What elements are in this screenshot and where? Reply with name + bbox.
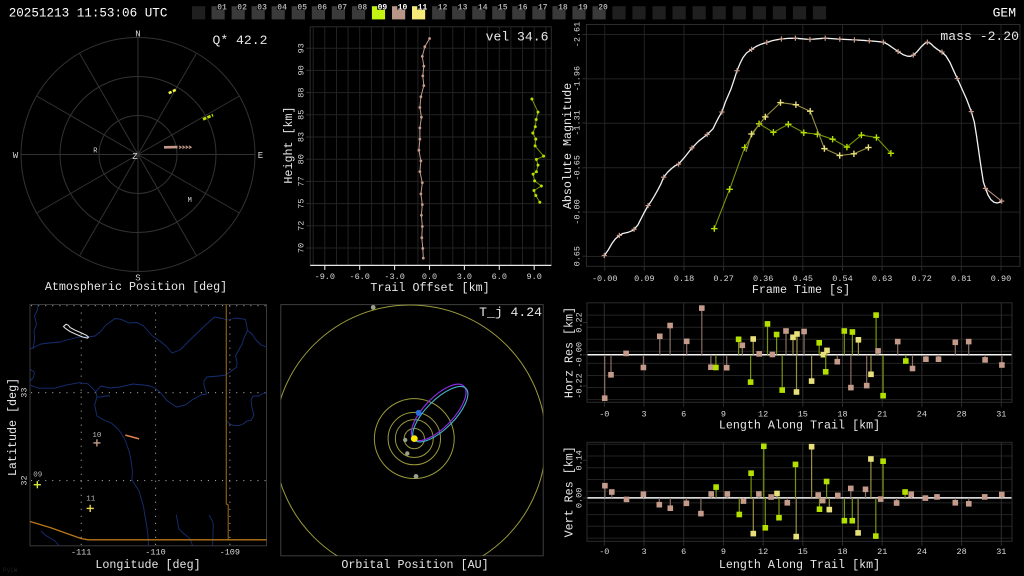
- svg-text:28: 28: [956, 410, 966, 420]
- svg-text:09: 09: [378, 3, 388, 12]
- svg-text:04: 04: [277, 3, 287, 12]
- svg-text:90: 90: [296, 65, 306, 75]
- svg-text:Absolute Magnitude: Absolute Magnitude: [561, 83, 575, 209]
- svg-text:72: 72: [296, 221, 306, 231]
- svg-text:3: 3: [641, 410, 646, 420]
- svg-text:6: 6: [681, 410, 686, 420]
- svg-text:07: 07: [337, 3, 347, 12]
- svg-text:-0.22: -0.22: [574, 373, 584, 399]
- svg-text:-0.00: -0.00: [592, 274, 618, 284]
- svg-text:09: 09: [33, 472, 42, 480]
- svg-text:93: 93: [296, 43, 306, 53]
- svg-text:32: 32: [20, 475, 30, 485]
- svg-text:Height [km]: Height [km]: [282, 106, 296, 183]
- svg-text:02: 02: [237, 3, 247, 12]
- svg-text:-9.0: -9.0: [315, 272, 335, 282]
- svg-text:18: 18: [837, 547, 847, 557]
- svg-text:-109: -109: [220, 548, 240, 558]
- svg-text:mass -2.20: mass -2.20: [940, 29, 1019, 44]
- svg-text:28: 28: [956, 547, 966, 557]
- svg-text:24: 24: [917, 547, 927, 557]
- svg-text:11: 11: [418, 3, 428, 12]
- svg-text:T_j 4.24: T_j 4.24: [479, 305, 542, 320]
- svg-text:6: 6: [681, 547, 686, 557]
- svg-text:3: 3: [641, 547, 646, 557]
- svg-text:12: 12: [758, 547, 768, 557]
- svg-text:Atmospheric Position [deg]: Atmospheric Position [deg]: [45, 280, 227, 294]
- svg-text:9: 9: [721, 547, 726, 557]
- svg-text:Trail Offset [km]: Trail Offset [km]: [370, 281, 489, 295]
- svg-text:33: 33: [20, 387, 30, 397]
- svg-text:10: 10: [398, 3, 408, 12]
- svg-text:Longitude [deg]: Longitude [deg]: [95, 558, 200, 572]
- svg-text:-6.0: -6.0: [349, 272, 369, 282]
- svg-text:0.72: 0.72: [911, 274, 931, 284]
- svg-text:75: 75: [296, 198, 306, 208]
- svg-text:Length Along Trail [km]: Length Along Trail [km]: [719, 558, 880, 572]
- svg-text:0.22: 0.22: [574, 312, 584, 332]
- svg-text:-110: -110: [145, 548, 165, 558]
- svg-text:GEM: GEM: [993, 5, 1016, 20]
- svg-text:0.14: 0.14: [574, 450, 584, 470]
- svg-text:31: 31: [996, 410, 1006, 420]
- svg-text:11: 11: [86, 496, 96, 504]
- svg-text:9.0: 9.0: [527, 272, 542, 282]
- svg-text:vel 34.6: vel 34.6: [486, 30, 549, 45]
- svg-text:18: 18: [558, 3, 568, 12]
- svg-text:20251213 11:53:06 UTC: 20251213 11:53:06 UTC: [9, 7, 168, 21]
- svg-text:6.0: 6.0: [492, 272, 507, 282]
- svg-text:Latitude [deg]: Latitude [deg]: [6, 378, 20, 476]
- svg-text:83: 83: [296, 132, 306, 142]
- svg-text:-2.61: -2.61: [573, 22, 583, 48]
- svg-text:0.09: 0.09: [634, 274, 654, 284]
- svg-text:80: 80: [296, 154, 306, 164]
- svg-text:24: 24: [917, 410, 927, 420]
- svg-text:15: 15: [498, 3, 508, 12]
- svg-text:Length Along Trail [km]: Length Along Trail [km]: [719, 419, 880, 433]
- svg-text:0.81: 0.81: [951, 274, 971, 284]
- svg-text:-0: -0: [599, 410, 609, 420]
- svg-text:03: 03: [257, 3, 267, 12]
- svg-text:-0.00: -0.00: [574, 342, 584, 368]
- svg-text:16: 16: [518, 3, 528, 12]
- svg-text:M: M: [188, 197, 192, 205]
- svg-text:0.63: 0.63: [872, 274, 892, 284]
- svg-text:01: 01: [217, 3, 227, 12]
- svg-text:06: 06: [317, 3, 327, 12]
- svg-text:08: 08: [358, 3, 368, 12]
- svg-text:20: 20: [598, 3, 608, 12]
- svg-text:E: E: [258, 151, 263, 161]
- svg-text:Q* 42.2: Q* 42.2: [212, 33, 267, 48]
- svg-text:70: 70: [296, 243, 306, 253]
- svg-text:W: W: [13, 151, 19, 161]
- svg-text:05: 05: [297, 3, 307, 12]
- svg-text:12: 12: [438, 3, 448, 12]
- svg-text:10: 10: [92, 432, 102, 440]
- svg-text:77: 77: [296, 176, 306, 186]
- svg-text:0.65: 0.65: [573, 246, 583, 266]
- svg-text:N: N: [135, 30, 140, 40]
- svg-text:0.18: 0.18: [674, 274, 694, 284]
- svg-text:-0: -0: [599, 547, 609, 557]
- svg-text:19: 19: [578, 3, 588, 12]
- svg-text:Orbital Position [AU]: Orbital Position [AU]: [341, 558, 488, 572]
- svg-text:0.00: 0.00: [574, 488, 584, 508]
- svg-text:31: 31: [996, 547, 1006, 557]
- svg-text:21: 21: [877, 547, 887, 557]
- svg-text:13: 13: [458, 3, 468, 12]
- svg-text:Z: Z: [132, 152, 138, 162]
- svg-text:Frame Time [s]: Frame Time [s]: [752, 283, 850, 297]
- svg-text:85: 85: [296, 110, 306, 120]
- svg-text:PyLW: PyLW: [3, 567, 18, 574]
- svg-text:14: 14: [478, 3, 488, 12]
- svg-text:0.90: 0.90: [991, 274, 1011, 284]
- svg-text:0.27: 0.27: [713, 274, 733, 284]
- svg-text:17: 17: [538, 3, 548, 12]
- svg-text:88: 88: [296, 87, 306, 97]
- svg-text:15: 15: [798, 547, 808, 557]
- svg-text:-111: -111: [71, 548, 91, 558]
